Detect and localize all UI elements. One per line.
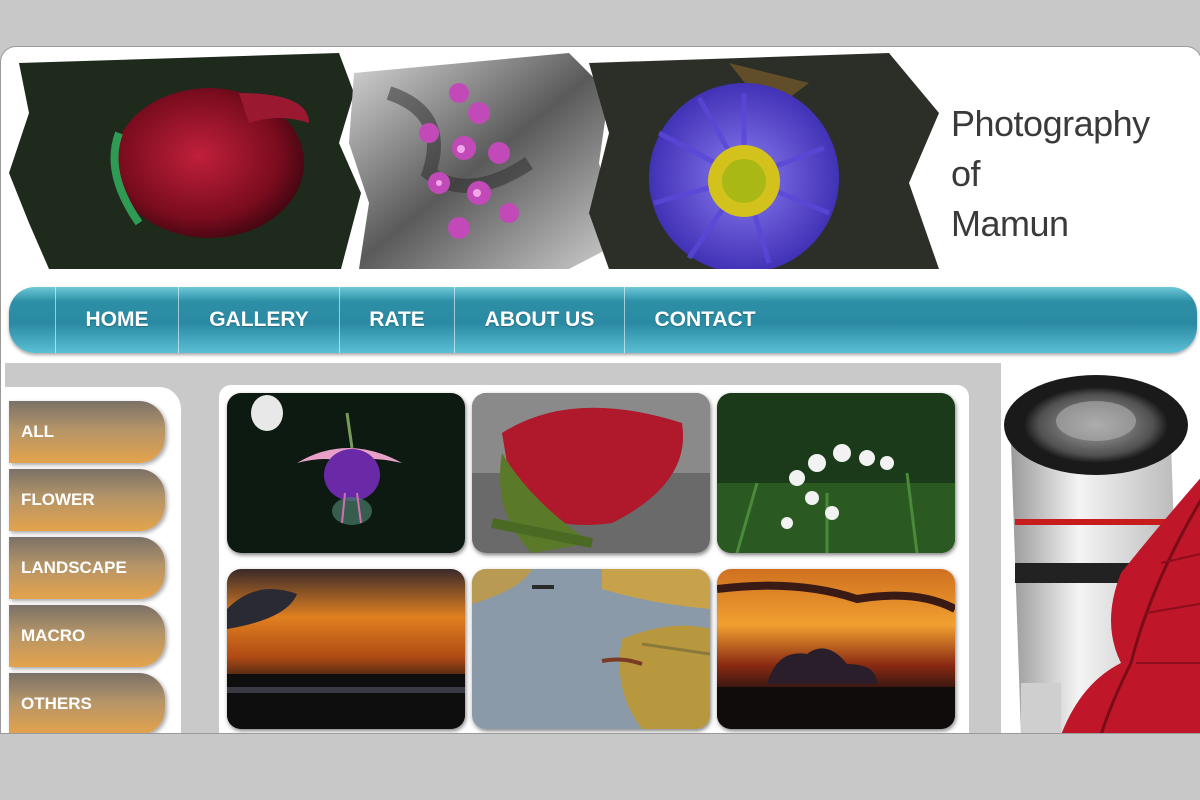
site-title-line-2: of xyxy=(951,153,981,194)
nav-gallery[interactable]: GALLERY xyxy=(179,287,339,353)
page-frame: Photography of Mamun HOME GALLERY RATE A… xyxy=(0,46,1200,734)
category-landscape-button[interactable]: LANDSCAPE xyxy=(9,537,165,599)
category-macro-button[interactable]: MACRO xyxy=(9,605,165,667)
red-rose-image xyxy=(9,53,361,269)
nav-home[interactable]: HOME xyxy=(56,287,178,353)
white-wildflower-photo[interactable] xyxy=(717,393,955,553)
site-title-line-3: Mamun xyxy=(951,203,1069,244)
category-sidebar: ALL FLOWER LANDSCAPE MACRO OTHERS xyxy=(5,387,181,733)
right-decoration xyxy=(1001,363,1200,733)
orange-sunset-photo[interactable] xyxy=(227,569,465,729)
site-title: Photography of Mamun xyxy=(951,99,1150,249)
nav-about-us[interactable]: ABOUT US xyxy=(455,287,624,353)
category-others-button[interactable]: OTHERS xyxy=(9,673,165,733)
sunset-cloud-photo[interactable] xyxy=(717,569,955,729)
fuchsia-flower-photo[interactable] xyxy=(227,393,465,553)
category-flower-button[interactable]: FLOWER xyxy=(9,469,165,531)
category-all-button[interactable]: ALL xyxy=(9,401,165,463)
river-marsh-photo[interactable] xyxy=(472,569,710,729)
header-banner xyxy=(9,53,939,269)
nav-contact[interactable]: CONTACT xyxy=(625,287,785,353)
site-title-line-1: Photography xyxy=(951,103,1150,144)
red-rosebud-photo[interactable] xyxy=(472,393,710,553)
pink-flower-image xyxy=(349,53,619,269)
main-nav: HOME GALLERY RATE ABOUT US CONTACT xyxy=(9,287,1197,353)
purple-aster-image xyxy=(589,53,939,269)
nav-rate[interactable]: RATE xyxy=(340,287,454,353)
photo-gallery xyxy=(219,385,969,733)
content-area: ALL FLOWER LANDSCAPE MACRO OTHERS xyxy=(5,363,1200,733)
